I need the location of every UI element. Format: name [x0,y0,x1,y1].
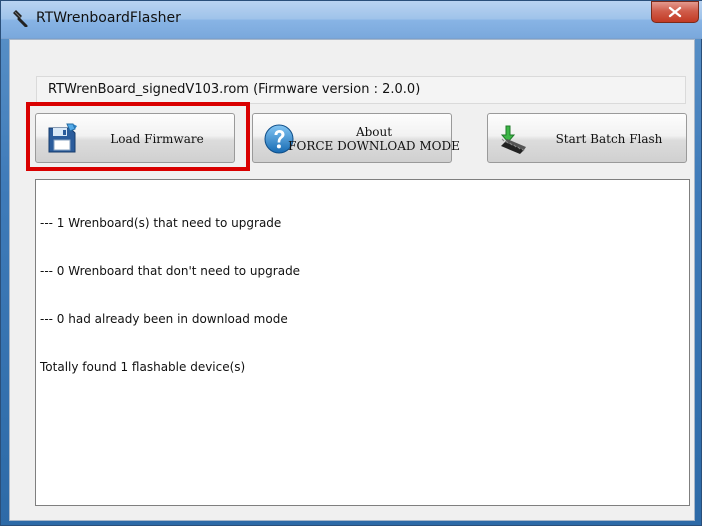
load-firmware-button[interactable]: Load Firmware [35,113,235,163]
about-label-line2: FORCE DOWNLOAD MODE [288,139,460,153]
start-batch-flash-label: Start Batch Flash [555,132,663,146]
start-batch-flash-button[interactable]: Start Batch Flash [487,113,687,163]
application-window: RTWrenboardFlasher RTWrenBoard_signedV10… [0,0,702,526]
log-line: Totally found 1 flashable device(s) [40,360,246,374]
about-label-line1: About [355,125,393,139]
about-force-download-label: About FORCE DOWNLOAD MODE [288,114,460,164]
about-force-download-button[interactable]: About FORCE DOWNLOAD MODE [252,113,460,164]
floppy-disk-icon [48,123,77,153]
log-line: --- 0 Wrenboard that don't need to upgra… [40,264,301,278]
firmware-file-label: RTWrenBoard_signedV103.rom (Firmware ver… [36,76,686,104]
title-bar[interactable]: RTWrenboardFlasher [1,1,702,39]
log-line: --- 0 had already been in download mode [40,312,288,326]
wrench-icon [13,10,28,27]
chip-download-icon [500,125,526,154]
device-log[interactable]: --- 1 Wrenboard(s) that need to upgrade … [35,179,690,506]
client-area: RTWrenBoard_signedV103.rom (Firmware ver… [9,39,695,521]
close-icon [668,6,682,18]
window-title: RTWrenboardFlasher [36,10,181,26]
log-line: --- 1 Wrenboard(s) that need to upgrade [40,216,282,230]
load-firmware-label: Load Firmware [110,132,204,146]
close-button[interactable] [651,1,699,23]
